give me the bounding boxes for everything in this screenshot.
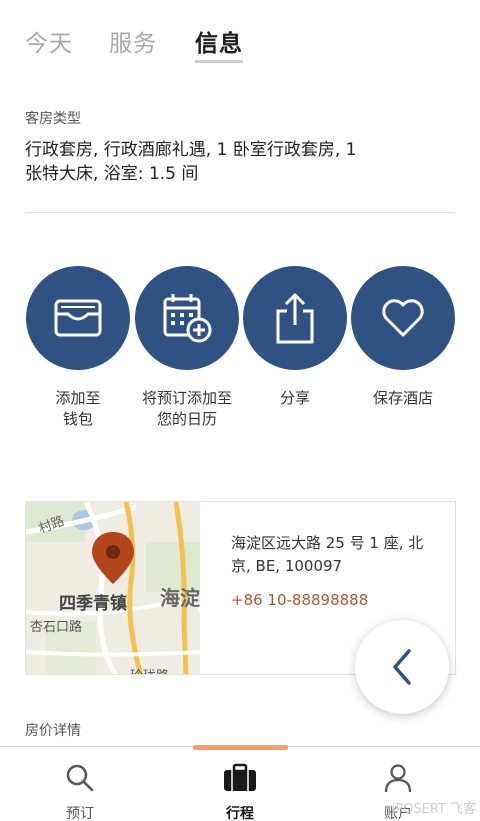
hotel-phone-link[interactable]: +86 10-88898888 [231,591,368,609]
search-icon [66,764,94,792]
hotel-address: 海淀区远大路 25 号 1 座, 北京, BE, 100097 [231,534,424,575]
nav-trips-label: 行程 [226,806,254,821]
room-type-description: 行政套房, 行政酒廊礼遇, 1 卧室行政套房, 1 张特大床, 浴室: 1.5 … [25,140,357,184]
nav-active-indicator [193,745,288,750]
chevron-left-icon [393,649,411,685]
price-details-label: 房价详情 [25,723,81,739]
calendar-add-icon [135,266,239,370]
tab-today[interactable]: 今天 [25,24,73,58]
nav-trips[interactable]: 行程 [200,763,280,821]
nav-book[interactable]: 预订 [40,763,120,821]
add-to-calendar-label: 将预订添加至 您的日历 [141,389,232,428]
heart-icon [351,266,455,370]
person-icon [384,764,412,793]
tab-info[interactable]: 信息 [195,24,243,58]
room-type-label: 客房类型 [25,111,81,127]
share-button[interactable]: 分享 [242,266,348,409]
wallet-icon [26,266,130,370]
nav-book-label: 预订 [66,806,94,821]
top-tabs: 今天 服务 信息 [0,0,480,70]
save-hotel-button[interactable]: 保存酒店 [350,266,456,409]
map-label-district: 四季青镇 [59,594,127,614]
suitcase-icon [224,763,256,791]
hotel-map[interactable]: 村路 四季青镇 海淀 杏石口路 玲珑路 [26,502,200,674]
save-hotel-label: 保存酒店 [372,389,433,407]
watermark: iPOSERT 飞客 [391,802,476,817]
section-divider [25,212,455,213]
tab-services[interactable]: 服务 [109,24,157,58]
map-label-district-right: 海淀 [160,586,200,610]
add-to-calendar-button[interactable]: 将预订添加至 您的日历 [134,266,240,430]
active-tab-underline [195,60,243,63]
back-button[interactable] [355,620,449,714]
add-to-wallet-label: 添加至 钱包 [55,389,101,428]
map-label-street: 杏石口路 [30,620,83,635]
share-icon [243,266,347,370]
share-label: 分享 [279,389,310,407]
map-label-road-bottom: 玲珑路 [130,665,169,674]
add-to-wallet-button[interactable]: 添加至 钱包 [25,266,131,430]
bottom-navigation: 预订 行程 账户 iPOSERT 飞客 [0,745,480,821]
